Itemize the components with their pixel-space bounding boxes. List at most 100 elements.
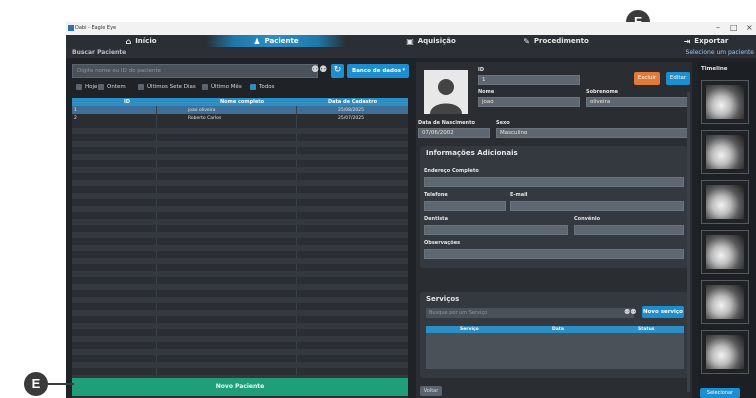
filter-label: Hoje	[85, 84, 98, 90]
edit-icon: ✎	[523, 36, 530, 46]
timeline-thumbnail[interactable]	[701, 130, 749, 174]
address-field[interactable]	[424, 177, 684, 187]
tab-exportar[interactable]: ⇥ Exportar	[666, 35, 746, 47]
table-header: ID Nome completo Data de Cadastro	[72, 98, 408, 106]
column-header-servico[interactable]: Serviço	[460, 327, 479, 332]
cell-name: joao oliveira	[188, 108, 216, 113]
column-header-data[interactable]: Data	[552, 327, 564, 332]
refresh-button[interactable]: ↻	[331, 64, 344, 78]
xray-image	[706, 285, 744, 319]
app-window: Dabi - Eagle Eye – □ × ⌂ Início ♟ Pacien…	[66, 22, 756, 398]
cell-name: Roberto Carlos	[188, 116, 222, 121]
tab-aquisicao[interactable]: ▣ Aquisição	[396, 35, 466, 47]
first-name-field[interactable]: joao	[478, 97, 580, 107]
timeline-thumbnail[interactable]	[701, 330, 749, 374]
filter-ontem[interactable]: Ontem	[98, 84, 126, 90]
callout-e: E	[24, 372, 48, 396]
email-field[interactable]	[510, 201, 684, 211]
dentist-field[interactable]	[424, 225, 568, 235]
additional-info-section: Informações Adicionais Endereço Completo…	[420, 146, 688, 268]
patient-search-input[interactable]: Digite nome ou ID do paciente	[72, 64, 318, 78]
main-nav: ⌂ Início ♟ Paciente ▣ Aquisição ✎ Proced…	[66, 35, 756, 47]
checkbox[interactable]	[202, 84, 208, 90]
cell-date: 25/07/2025	[338, 116, 364, 121]
select-button[interactable]: Selecionar	[700, 388, 740, 398]
services-section: Serviços Busque por um Serviço ⚉⚉ Novo s…	[420, 292, 688, 378]
minimize-icon[interactable]: –	[716, 23, 720, 32]
empty-table-row	[72, 154, 408, 160]
database-select[interactable]: Banco de dados ▾	[347, 64, 409, 78]
timeline-thumbnail[interactable]	[701, 280, 749, 324]
services-title: Serviços	[426, 295, 460, 303]
binoculars-icon[interactable]: ⚉⚉	[311, 65, 327, 75]
new-patient-button[interactable]: Novo Paciente	[72, 378, 408, 396]
tab-label: Procedimento	[533, 37, 589, 45]
filter-label: Últimos Sete Dias	[147, 84, 196, 90]
xray-image	[706, 135, 744, 169]
empty-table-row	[72, 180, 408, 186]
empty-table-row	[72, 323, 408, 329]
cell-date: 25/08/2025	[338, 108, 364, 113]
sex-field[interactable]: Masculino	[496, 128, 688, 138]
column-header-id[interactable]: ID	[124, 99, 130, 105]
form-scrollbar[interactable]	[687, 92, 690, 392]
filter-todos[interactable]: Todos	[250, 84, 275, 90]
tab-label: Exportar	[694, 37, 729, 45]
notes-field[interactable]	[424, 249, 684, 259]
filter-hoje[interactable]: Hoje	[76, 84, 97, 90]
table-row[interactable]: 1 joao oliveira 25/08/2025	[72, 106, 408, 114]
table-row[interactable]: 2 Roberto Carlos 25/07/2025	[72, 114, 408, 122]
timeline-thumbnail[interactable]	[701, 180, 749, 224]
column-header-data[interactable]: Data de Cadastro	[328, 99, 377, 105]
tab-paciente[interactable]: ♟ Paciente	[206, 35, 346, 47]
edit-button[interactable]: Editar	[666, 72, 690, 85]
title-bar: Dabi - Eagle Eye – □ ×	[66, 22, 756, 35]
export-icon: ⇥	[683, 36, 691, 46]
filter-ultimo-mes[interactable]: Último Mês	[202, 84, 242, 90]
empty-table-row	[72, 258, 408, 264]
section-title-buscar: Buscar Paciente	[72, 49, 127, 56]
tab-inicio[interactable]: ⌂ Início	[96, 35, 186, 47]
filter-label: Todos	[259, 84, 275, 90]
label-observacoes: Observações	[424, 240, 461, 246]
insurance-field[interactable]	[574, 225, 684, 235]
back-button[interactable]: Voltar	[420, 386, 442, 396]
new-service-button[interactable]: Novo serviço	[642, 306, 684, 318]
checkbox-checked[interactable]	[250, 84, 256, 90]
filter-label: Ontem	[107, 84, 126, 90]
empty-table-row	[72, 362, 408, 368]
delete-button[interactable]: Excluir	[634, 72, 660, 85]
database-select-label: Banco de dados	[352, 68, 401, 74]
last-name-field[interactable]: oliveira	[586, 97, 688, 107]
tab-procedimento[interactable]: ✎ Procedimento	[516, 35, 596, 47]
checkbox[interactable]	[98, 84, 104, 90]
label-dentista: Dentista	[424, 216, 448, 222]
additional-info-title: Informações Adicionais	[426, 149, 518, 157]
label-endereco: Endereço Completo	[424, 168, 479, 174]
service-search-input[interactable]: Busque por um Serviço	[426, 308, 634, 318]
tab-label: Início	[135, 37, 157, 45]
checkbox[interactable]	[138, 84, 144, 90]
column-header-nome[interactable]: Nome completo	[220, 99, 264, 105]
close-icon[interactable]: ×	[746, 23, 753, 32]
empty-table-row	[72, 284, 408, 290]
app-icon	[68, 25, 74, 31]
phone-field[interactable]	[424, 201, 506, 211]
home-icon: ⌂	[125, 36, 132, 46]
label-telefone: Telefone	[424, 192, 448, 198]
tab-label: Paciente	[264, 37, 299, 45]
sub-header: Buscar Paciente Selecione um paciente	[66, 47, 756, 58]
label-nome: Nome	[478, 89, 495, 95]
binoculars-icon[interactable]: ⚉⚉	[624, 308, 637, 316]
empty-table-row	[72, 232, 408, 238]
filter-ultimos-sete-dias[interactable]: Últimos Sete Dias	[138, 84, 196, 90]
label-nascimento: Data de Nascimento	[418, 120, 475, 126]
maximize-icon[interactable]: □	[730, 23, 738, 32]
timeline-thumbnail[interactable]	[701, 230, 749, 274]
checkbox[interactable]	[76, 84, 82, 90]
timeline-thumbnail[interactable]	[701, 80, 749, 124]
empty-table-row	[72, 245, 408, 251]
column-header-status[interactable]: Status	[638, 327, 654, 332]
id-field[interactable]: 1	[478, 75, 580, 85]
birth-date-field[interactable]: 07/06/2002	[418, 128, 490, 138]
